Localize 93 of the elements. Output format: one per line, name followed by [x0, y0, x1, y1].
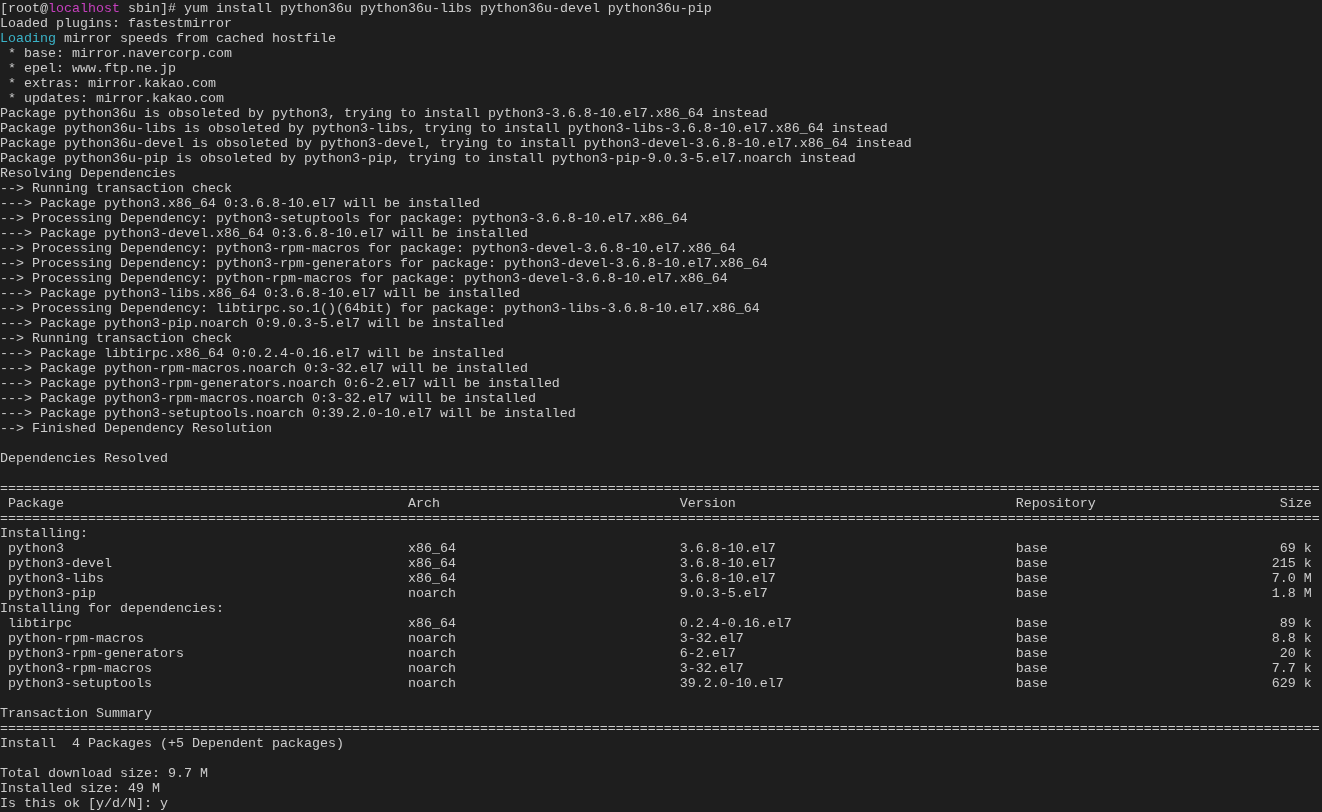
terminal-line: ---> Package python3-setuptools.noarch 0:39.2.0-10.el7 will be installed — [0, 406, 576, 421]
summary-title: Transaction Summary — [0, 706, 152, 721]
terminal-line: Package python36u-devel is obsoleted by python3-devel, trying to install python3-devel-3.6.8-10.el7.x86_64 instead — [0, 136, 912, 151]
table-cell: noarch — [407, 661, 456, 676]
highlighted-text: localhost — [48, 1, 120, 16]
terminal-line: --> Processing Dependency: python-rpm-macros for package: python3-devel-3.6.8-10.el7.x86_64 — [0, 271, 728, 286]
terminal-line: --> Running transaction check — [0, 331, 232, 346]
terminal-line: ---> Package python3-rpm-macros.noarch 0:3-32.el7 will be installed — [0, 391, 536, 406]
table-cell: base — [1015, 556, 1048, 571]
table-cell: x86_64 — [407, 616, 456, 631]
table-cell: 7.0 M — [1271, 571, 1312, 586]
terminal-line: * epel: www.ftp.ne.jp — [7, 61, 176, 76]
table-cell: python3-rpm-generators — [8, 646, 184, 661]
table-cell: python3 — [8, 541, 64, 556]
terminal-text: mirror speeds from cached hostfile — [63, 31, 336, 46]
table-cell: base — [1015, 646, 1048, 661]
terminal-line: Total download size: 9.7 M — [0, 766, 208, 781]
table-cell: base — [1015, 541, 1048, 556]
table-cell: 3.6.8-10.el7 — [679, 541, 776, 556]
table-cell: base — [1015, 676, 1048, 691]
table-cell: noarch — [407, 631, 456, 646]
table-cell: 1.8 M — [1271, 586, 1312, 601]
terminal-line: --> Processing Dependency: python3-rpm-generators for package: python3-devel-3.6.8-10.el7.x86_64 — [0, 256, 768, 271]
terminal-line: --> Finished Dependency Resolution — [0, 421, 272, 436]
terminal-line: ---> Package python3-libs.x86_64 0:3.6.8-10.el7 will be installed — [0, 286, 520, 301]
table-cell: base — [1015, 661, 1048, 676]
table-cell: 3-32.el7 — [679, 661, 744, 676]
table-cell: 6-2.el7 — [679, 646, 736, 661]
table-cell: python3-setuptools — [8, 676, 152, 691]
column-header: Repository — [1015, 496, 1096, 511]
column-header: Arch — [407, 496, 440, 511]
table-cell: x86_64 — [407, 541, 456, 556]
table-cell: x86_64 — [407, 571, 456, 586]
table-cell: 0.2.4-0.16.el7 — [679, 616, 792, 631]
terminal-line: Install 4 Packages (+5 Dependent packages) — [0, 736, 344, 751]
terminal-line: ---> Package python3-pip.noarch 0:9.0.3-5.el7 will be installed — [0, 316, 504, 331]
table-cell: 89 k — [1279, 616, 1312, 631]
table-cell: noarch — [407, 676, 456, 691]
table-cell: python3-libs — [8, 571, 104, 586]
table-cell: python3-pip — [8, 586, 96, 601]
terminal-line: Installed size: 49 M — [0, 781, 160, 796]
terminal-line: Is this ok [y/d/N]: y — [0, 796, 168, 811]
terminal-line: --> Processing Dependency: libtirpc.so.1()(64bit) for package: python3-libs-3.6.8-10.el7.x86_64 — [0, 301, 760, 316]
section-heading: Installing: — [0, 526, 88, 541]
terminal-text: sbin]# yum install python36u python36u-libs python36u-devel python36u-pip — [126, 1, 712, 16]
terminal-line: ---> Package python3-devel.x86_64 0:3.6.8-10.el7 will be installed — [0, 226, 528, 241]
terminal-line: Dependencies Resolved — [0, 451, 168, 466]
table-cell: noarch — [407, 586, 456, 601]
terminal-line: Package python36u is obsoleted by python3, trying to install python3-3.6.8-10.el7.x86_64 instead — [0, 106, 768, 121]
table-cell: noarch — [407, 646, 456, 661]
table-cell: libtirpc — [8, 616, 72, 631]
terminal-line: ---> Package libtirpc.x86_64 0:0.2.4-0.16.el7 will be installed — [0, 346, 504, 361]
terminal-line: ---> Package python-rpm-macros.noarch 0:3-32.el7 will be installed — [0, 361, 528, 376]
column-header: Package — [8, 496, 64, 511]
table-cell: base — [1015, 616, 1048, 631]
separator-rule: ===================================================================================================================================================================== — [0, 511, 1320, 526]
table-cell: 629 k — [1271, 676, 1312, 691]
table-cell: base — [1015, 586, 1048, 601]
terminal-text: [root@ — [0, 1, 48, 16]
terminal-line: Package python36u-libs is obsoleted by python3-libs, trying to install python3-libs-3.6.8-10.el7.x86_64 instead — [0, 121, 888, 136]
table-cell: 39.2.0-10.el7 — [679, 676, 784, 691]
terminal-line: * base: mirror.navercorp.com — [7, 46, 232, 61]
table-cell: 3-32.el7 — [679, 631, 744, 646]
terminal-line: Package python36u-pip is obsoleted by python3-pip, trying to install python3-pip-9.0.3-5.el7.noarch instead — [0, 151, 856, 166]
table-cell: python-rpm-macros — [8, 631, 144, 646]
column-header: Version — [679, 496, 736, 511]
table-cell: 7.7 k — [1271, 661, 1312, 676]
table-cell: 20 k — [1279, 646, 1312, 661]
terminal-line: --> Running transaction check — [0, 181, 232, 196]
terminal-line: Loaded plugins: fastestmirror — [0, 16, 232, 31]
table-cell: x86_64 — [407, 556, 456, 571]
table-cell: 69 k — [1279, 541, 1312, 556]
highlighted-text: Loading — [0, 31, 56, 46]
table-cell: 9.0.3-5.el7 — [679, 586, 768, 601]
column-header: Size — [1279, 496, 1312, 511]
terminal-line: * extras: mirror.kakao.com — [7, 76, 216, 91]
terminal-line: Resolving Dependencies — [0, 166, 176, 181]
separator-rule: ===================================================================================================================================================================== — [0, 481, 1320, 496]
table-cell: 3.6.8-10.el7 — [679, 571, 776, 586]
section-heading: Installing for dependencies: — [0, 601, 224, 616]
table-cell: 215 k — [1271, 556, 1312, 571]
table-cell: 8.8 k — [1271, 631, 1312, 646]
table-cell: python3-rpm-macros — [8, 661, 152, 676]
table-cell: 3.6.8-10.el7 — [679, 556, 776, 571]
terminal-line: --> Processing Dependency: python3-rpm-macros for package: python3-devel-3.6.8-10.el7.x86_64 — [0, 241, 736, 256]
terminal-line: ---> Package python3-rpm-generators.noarch 0:6-2.el7 will be installed — [0, 376, 560, 391]
separator-rule: ===================================================================================================================================================================== — [0, 721, 1320, 736]
terminal-line: --> Processing Dependency: python3-setuptools for package: python3-3.6.8-10.el7.x86_64 — [0, 211, 688, 226]
table-cell: python3-devel — [8, 556, 112, 571]
table-cell: base — [1015, 571, 1048, 586]
terminal-line: * updates: mirror.kakao.com — [7, 91, 224, 106]
table-cell: base — [1015, 631, 1048, 646]
terminal-line: ---> Package python3.x86_64 0:3.6.8-10.el7 will be installed — [0, 196, 480, 211]
